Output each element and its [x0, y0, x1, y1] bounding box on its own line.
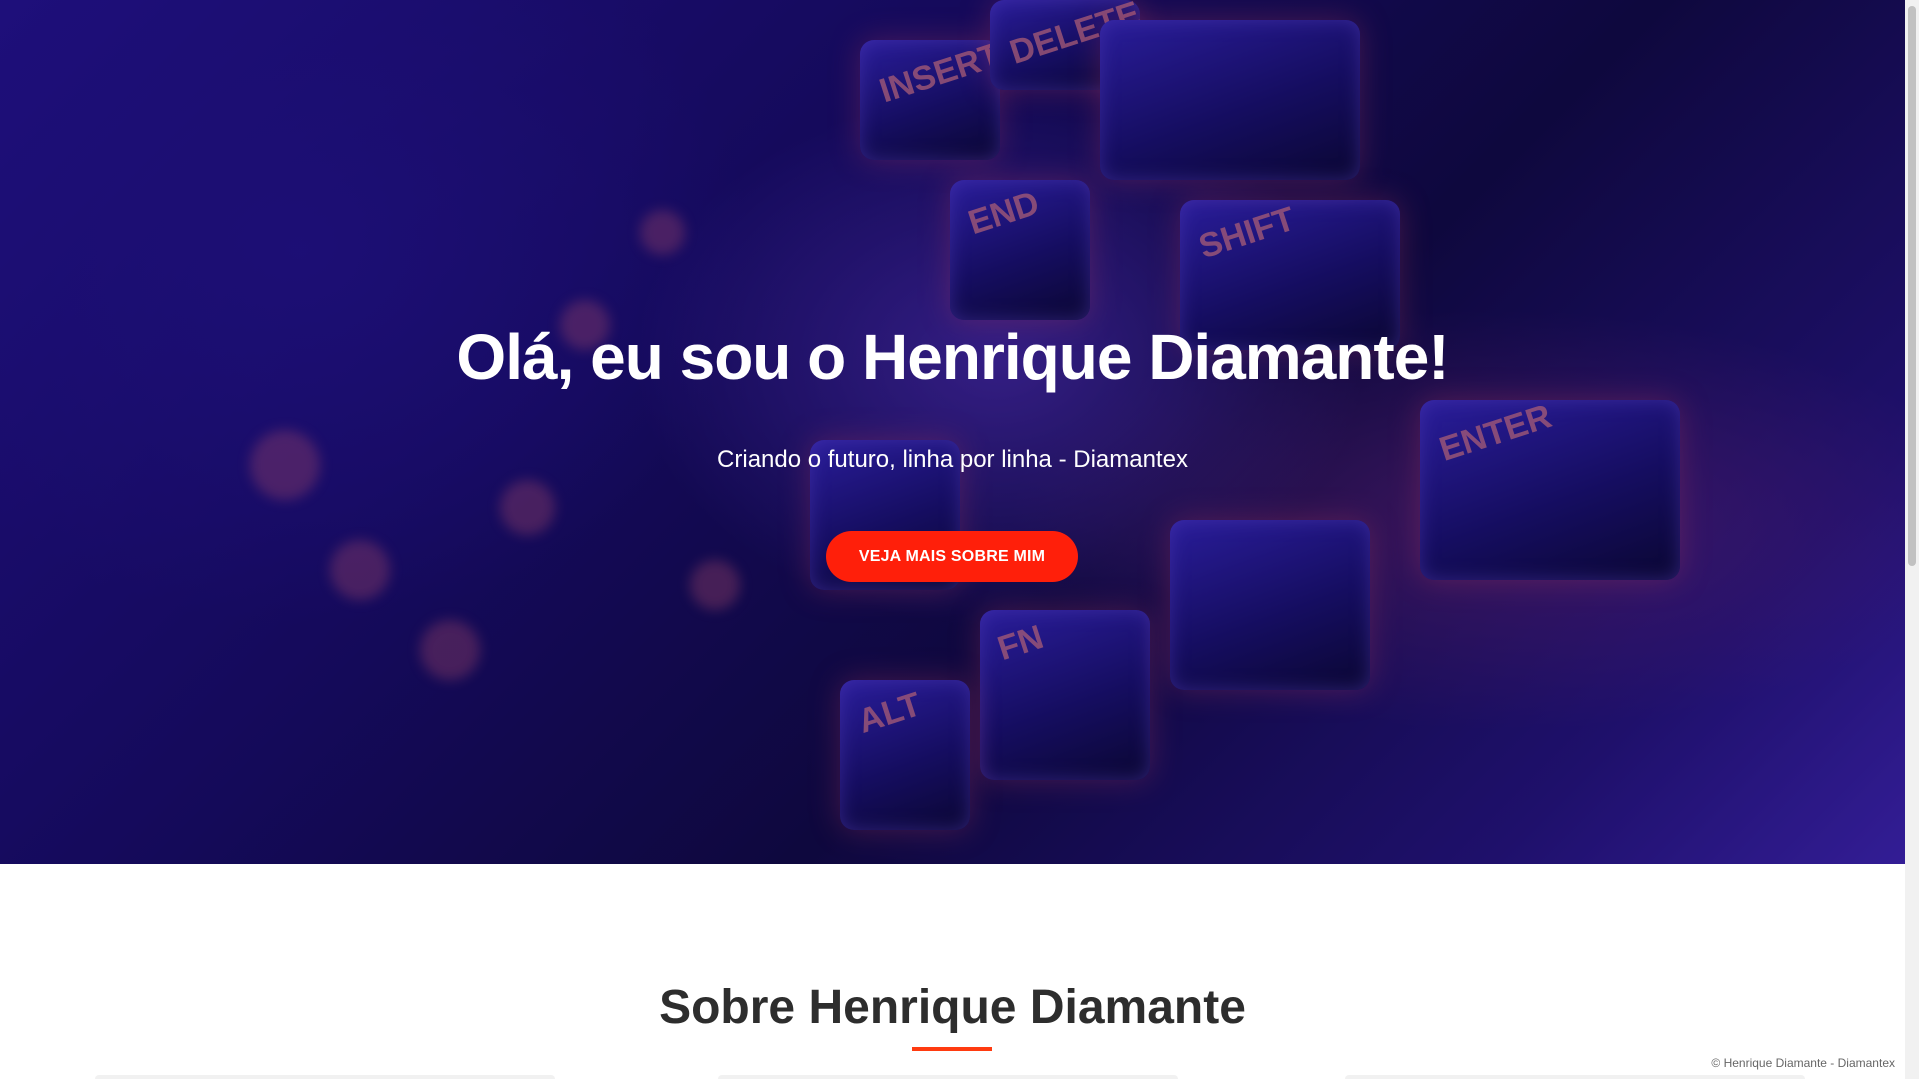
hero-content: Olá, eu sou o Henrique Diamante! Criando… — [0, 0, 1905, 864]
about-card-1 — [95, 1075, 555, 1079]
about-card-3 — [1345, 1075, 1805, 1079]
hero-title: Olá, eu sou o Henrique Diamante! — [456, 321, 1449, 393]
copyright-note: © Henrique Diamante - Diamantex — [1711, 1056, 1895, 1070]
page-scrollbar[interactable] — [1905, 0, 1919, 1079]
about-heading: Sobre Henrique Diamante — [659, 981, 1246, 1034]
scrollbar-thumb[interactable] — [1908, 6, 1916, 566]
see-more-about-me-button[interactable]: VEJA MAIS SOBRE MIM — [826, 531, 1078, 582]
about-heading-underline — [912, 1047, 992, 1051]
about-card-2 — [718, 1075, 1178, 1079]
hero-subtitle: Criando o futuro, linha por linha - Diam… — [717, 446, 1188, 473]
